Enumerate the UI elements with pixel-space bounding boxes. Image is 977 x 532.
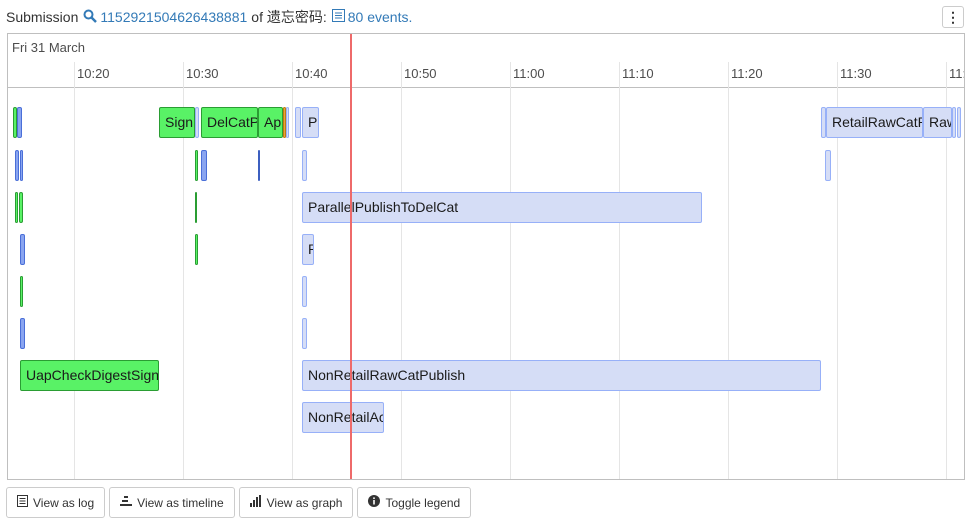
timeline-event[interactable]: UapCheckDigestSign [20, 360, 159, 391]
tick-label: 10:20 [77, 66, 110, 81]
timeline-panel[interactable]: Fri 31 March 10:20 10:30 10:40 10:50 11:… [7, 33, 965, 480]
timeline-event[interactable]: DelCatPublish [201, 107, 258, 138]
gridline [728, 62, 729, 479]
timeline-event[interactable] [295, 107, 301, 138]
view-as-graph-label: View as graph [266, 495, 343, 510]
gridline [74, 62, 75, 479]
timeline-event[interactable] [15, 192, 18, 223]
tick-label: 10:30 [186, 66, 219, 81]
timeline-event[interactable]: RetailRawCatPublish [826, 107, 923, 138]
view-toolbar: View as log View as timeline View as gra… [6, 487, 472, 518]
timeline-event[interactable]: Ap [258, 107, 283, 138]
info-icon [368, 495, 381, 510]
list-icon [17, 495, 28, 510]
tick-label: 10:50 [404, 66, 437, 81]
timeline-event[interactable] [258, 150, 260, 181]
timeline-event[interactable]: NonRetailRawCatPublish [302, 360, 821, 391]
timeline-event[interactable]: P [302, 107, 319, 138]
search-icon[interactable] [83, 9, 98, 26]
timeline-event[interactable] [286, 107, 289, 138]
timeline-event[interactable] [957, 107, 961, 138]
timeline-icon [120, 495, 133, 510]
timeline-event[interactable]: NonRetailAcquire [302, 402, 384, 433]
toggle-legend-label: Toggle legend [385, 495, 461, 510]
timeline-event[interactable] [15, 150, 19, 181]
timeline-event[interactable] [20, 150, 23, 181]
tick-label: 11:20 [731, 66, 763, 81]
timeline-event[interactable] [302, 150, 307, 181]
submission-prefix: Submission [6, 9, 79, 25]
time-axis: Fri 31 March [8, 34, 964, 88]
submission-header: Submission 1152921504626438881 of 遗忘密码: … [6, 7, 412, 27]
timeline-event[interactable] [20, 276, 23, 307]
menu-button[interactable]: ⋮ [942, 6, 964, 28]
tick-label: 10:40 [295, 66, 328, 81]
timeline-event[interactable] [20, 234, 25, 265]
submission-id-link[interactable]: 1152921504626438881 [100, 9, 247, 25]
list-icon[interactable] [331, 9, 345, 25]
timeline-event[interactable]: RawCatPublish [923, 107, 952, 138]
gridline [510, 62, 511, 479]
submission-name: of 遗忘密码: [251, 9, 327, 25]
vertical-ellipsis-icon: ⋮ [946, 8, 960, 25]
bar-chart-icon [249, 495, 262, 510]
view-as-graph-button[interactable]: View as graph [238, 487, 354, 518]
toggle-legend-button[interactable]: Toggle legend [357, 487, 472, 518]
timeline-event[interactable] [302, 276, 307, 307]
timeline-event[interactable] [825, 150, 831, 181]
current-time-marker [350, 34, 352, 479]
timeline-event[interactable]: Sign [159, 107, 195, 138]
view-as-log-label: View as log [33, 495, 95, 510]
timeline-event[interactable]: P [302, 234, 314, 265]
tick-label: 11:30 [840, 66, 872, 81]
timeline-event[interactable] [20, 318, 25, 349]
timeline-event[interactable] [195, 234, 198, 265]
tick-label: 11:40 [949, 66, 964, 81]
timeline-event[interactable] [201, 150, 207, 181]
tick-label: 11:10 [622, 66, 654, 81]
gridline [619, 62, 620, 479]
view-as-timeline-button[interactable]: View as timeline [109, 487, 235, 518]
view-as-timeline-label: View as timeline [137, 495, 224, 510]
timeline-event[interactable] [17, 107, 22, 138]
timeline-event[interactable] [302, 318, 307, 349]
timeline-event[interactable] [195, 107, 199, 138]
timeline-event[interactable]: ParallelPublishToDelCat [302, 192, 702, 223]
gridline [401, 62, 402, 479]
timeline-event[interactable] [19, 192, 23, 223]
timeline-event[interactable] [195, 192, 197, 223]
timeline-event[interactable] [195, 150, 198, 181]
tick-label: 11:00 [513, 66, 545, 81]
view-as-log-button[interactable]: View as log [6, 487, 106, 518]
date-label: Fri 31 March [12, 40, 85, 55]
events-link[interactable]: 80 events. [348, 9, 413, 25]
timeline-event[interactable] [952, 107, 956, 138]
gridline [292, 62, 293, 479]
